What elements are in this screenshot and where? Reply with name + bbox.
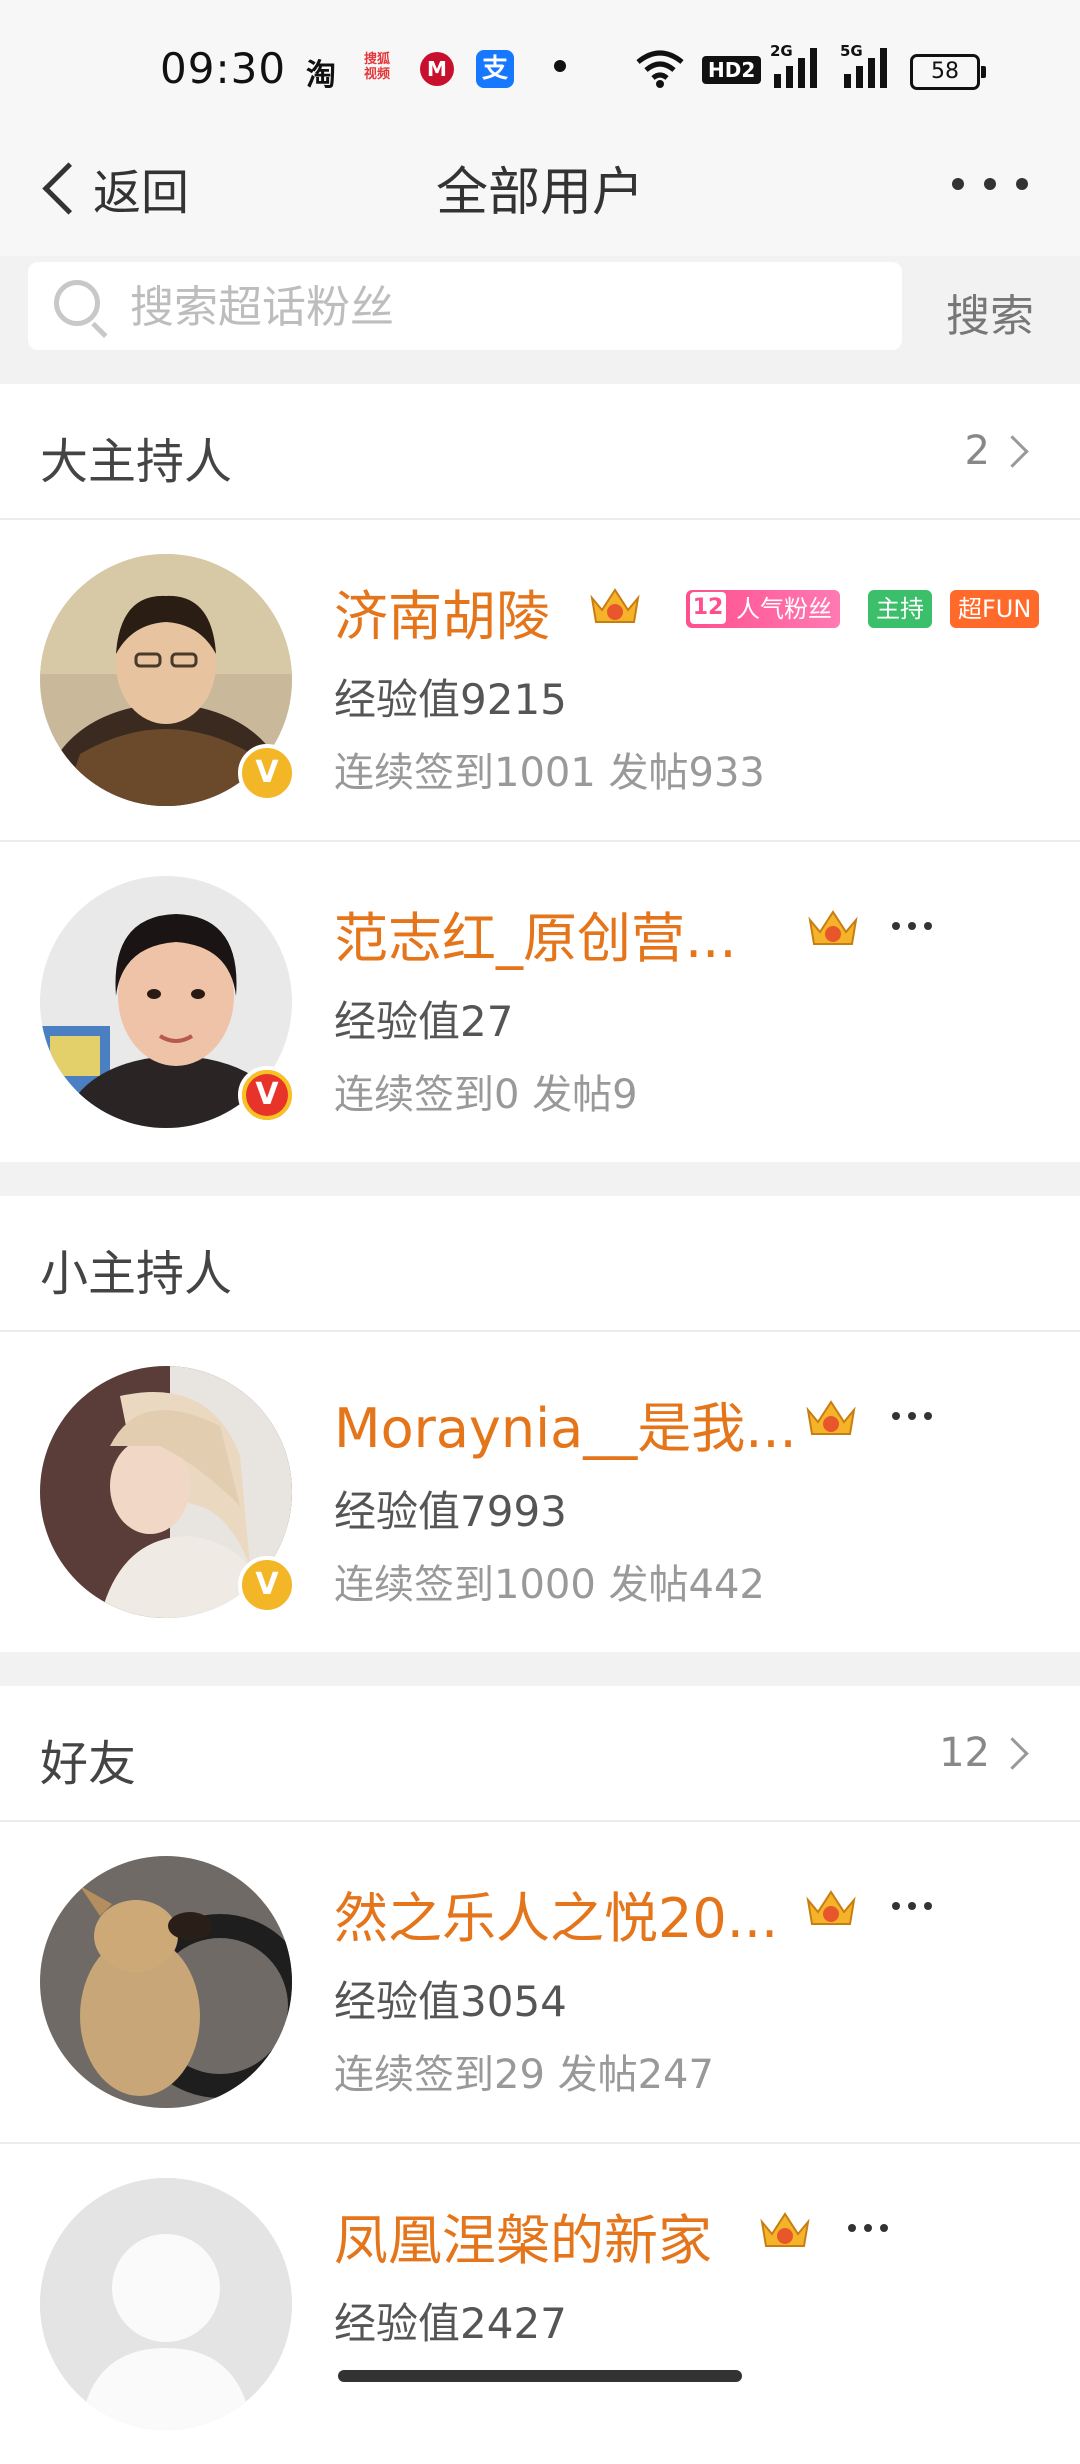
- user-row[interactable]: V 范志红_原创营... 经验值27 连续签到0 发帖9: [0, 842, 1080, 1162]
- user-row[interactable]: V 济南胡陵 12 人气粉丝 主持 超FUN 经验值9215 连续签到1001 …: [0, 520, 1080, 842]
- fan-tag: 12 人气粉丝: [686, 590, 840, 628]
- user-row[interactable]: 然之乐人之悦20... 经验值3054 连续签到29 发帖247: [0, 1822, 1080, 2144]
- user-stats: 连续签到0 发帖9: [334, 1072, 638, 1118]
- verified-badge-icon: V: [238, 744, 296, 802]
- experience-value: 经验值27: [334, 997, 514, 1046]
- experience-value: 经验值3054: [334, 1977, 567, 2026]
- experience-value: 经验值9215: [334, 675, 567, 724]
- user-row[interactable]: 凤凰涅槃的新家 经验值2427: [0, 2144, 1080, 2464]
- signal-2g-icon: [774, 48, 817, 88]
- user-name[interactable]: 范志红_原创营...: [334, 894, 737, 973]
- search-input[interactable]: [128, 276, 872, 338]
- hd-voice-icon: HD2: [702, 56, 762, 84]
- chevron-right-icon: [996, 435, 1029, 468]
- section-sub-hosts: 小主持人 V Moraynia__是我... 经验值7993 连续签到1000 …: [0, 1196, 1080, 1652]
- home-indicator[interactable]: [338, 2370, 742, 2382]
- fan-tag-label: 人气粉丝: [736, 595, 832, 623]
- more-dot: [1016, 178, 1028, 190]
- more-dot: [952, 178, 964, 190]
- crown-level-icon: [808, 910, 858, 945]
- more-badges-icon[interactable]: [892, 922, 932, 930]
- crown-level-icon: [806, 1400, 856, 1435]
- crown-level-icon: [760, 2212, 810, 2247]
- section-count: 12: [939, 1730, 990, 1776]
- taobao-icon: 淘: [306, 58, 336, 93]
- section-header[interactable]: 大主持人 2: [0, 384, 1080, 520]
- user-row[interactable]: V Moraynia__是我... 经验值7993 连续签到1000 发帖442: [0, 1332, 1080, 1652]
- crown-level-icon: [806, 1890, 856, 1925]
- experience-value: 经验值2427: [334, 2299, 567, 2348]
- section-title: 好友: [40, 1736, 137, 1792]
- battery-icon: 58: [910, 54, 986, 90]
- status-bar: 09:30 淘 搜狐视频 M 支 HD2 2G 5G 58: [0, 0, 1080, 118]
- more-badges-icon[interactable]: [848, 2224, 888, 2232]
- more-dot: [984, 178, 996, 190]
- more-options-button[interactable]: [952, 178, 1028, 190]
- cmb-icon: M: [420, 52, 454, 86]
- sohu-video-icon: 搜狐视频: [363, 52, 390, 82]
- user-stats: 连续签到1001 发帖933: [334, 750, 765, 796]
- user-name[interactable]: 凤凰涅槃的新家: [334, 2196, 712, 2275]
- verified-badge-icon: V: [238, 1556, 296, 1614]
- experience-value: 经验值7993: [334, 1487, 567, 1536]
- search-bar: 搜索: [0, 256, 1080, 384]
- section-head-hosts: 大主持人 2 V 济南胡陵 12 人气粉丝 主持 超FUN 经验值9215 连续…: [0, 384, 1080, 1162]
- crown-level-icon: [590, 588, 640, 623]
- search-button[interactable]: 搜索: [946, 280, 1034, 344]
- user-stats: 连续签到29 发帖247: [334, 2052, 714, 2098]
- fan-level: 12: [690, 592, 726, 624]
- status-time: 09:30: [160, 44, 287, 93]
- user-name[interactable]: 济南胡陵: [334, 572, 550, 651]
- section-header[interactable]: 小主持人: [0, 1196, 1080, 1332]
- more-badges-icon[interactable]: [892, 1902, 932, 1910]
- nav-bar: 返回 全部用户: [0, 118, 1080, 258]
- wifi-icon: [636, 50, 684, 88]
- avatar[interactable]: [40, 1856, 292, 2108]
- host-tag: 主持: [868, 590, 932, 628]
- user-stats: 连续签到1000 发帖442: [334, 1562, 765, 1608]
- signal-5g-icon: [844, 48, 887, 88]
- section-header[interactable]: 好友 12: [0, 1686, 1080, 1822]
- user-name[interactable]: 然之乐人之悦20...: [334, 1874, 778, 1953]
- section-title: 小主持人: [40, 1246, 233, 1302]
- section-count: 2: [964, 428, 990, 474]
- search-icon: [54, 280, 100, 326]
- user-name[interactable]: Moraynia__是我...: [334, 1384, 797, 1463]
- notification-dot-icon: [554, 60, 566, 72]
- section-friends: 好友 12 然之乐人之悦20... 经验值3054 连续签到29 发帖247 凤…: [0, 1686, 1080, 2464]
- more-badges-icon[interactable]: [892, 1412, 932, 1420]
- fun-tag: 超FUN: [950, 590, 1040, 628]
- search-box[interactable]: [28, 262, 902, 350]
- avatar[interactable]: [40, 2178, 292, 2430]
- page-title: 全部用户: [435, 163, 644, 223]
- alipay-icon: 支: [476, 50, 514, 88]
- verified-badge-icon: V: [238, 1066, 296, 1124]
- chevron-right-icon: [996, 1737, 1029, 1770]
- section-title: 大主持人: [40, 434, 233, 490]
